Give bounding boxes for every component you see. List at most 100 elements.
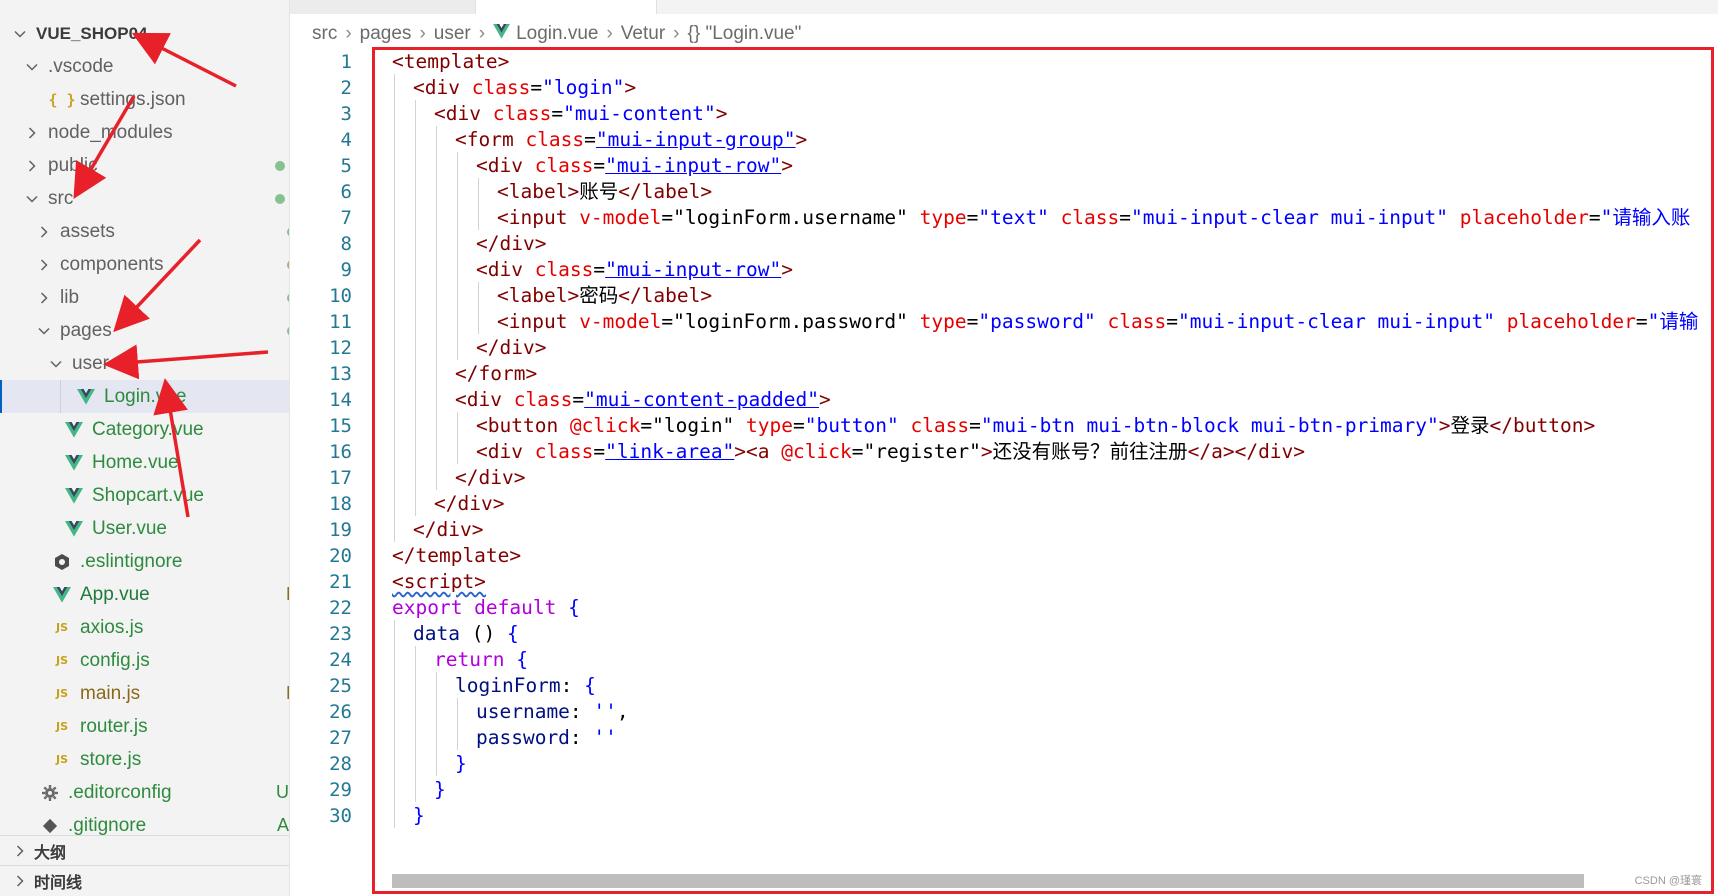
- code-line[interactable]: <input v-model="loginForm.username" type…: [497, 204, 1690, 232]
- code-token: <label>: [497, 180, 580, 203]
- explorer-file-row[interactable]: App.vueM: [0, 578, 289, 611]
- code-line[interactable]: <label>密码</label>: [497, 282, 712, 310]
- explorer-folder-row[interactable]: pages: [0, 314, 289, 347]
- explorer-item-label: pages: [60, 319, 112, 341]
- breadcrumb-segment[interactable]: pages: [360, 23, 412, 45]
- code-line[interactable]: return {: [434, 646, 528, 674]
- explorer-file-row[interactable]: { } settings.json: [0, 83, 289, 116]
- code-line[interactable]: }: [413, 802, 425, 830]
- editor-tab-active[interactable]: [476, 0, 657, 14]
- code-line[interactable]: </div>: [476, 334, 546, 362]
- line-number: 12: [329, 337, 352, 359]
- explorer-folder-row[interactable]: VUE_SHOP04: [0, 17, 289, 50]
- chevron-down-icon[interactable]: [12, 26, 28, 42]
- indent-guide: [415, 646, 416, 672]
- explorer-file-row[interactable]: JSmain.jsM: [0, 677, 289, 710]
- code-line[interactable]: <div class="mui-content-padded">: [455, 386, 831, 414]
- chevron-down-icon[interactable]: [24, 59, 40, 75]
- explorer-file-row[interactable]: User.vueU: [0, 512, 289, 545]
- explorer-file-row[interactable]: JSrouter.jsU: [0, 710, 289, 743]
- code-line[interactable]: <div class="login">: [413, 74, 636, 102]
- explorer-folder-row[interactable]: node_modules: [0, 116, 289, 149]
- explorer-file-row[interactable]: .editorconfig U: [0, 776, 289, 809]
- explorer-folder-row[interactable]: src: [0, 182, 289, 215]
- code-token: "link-area": [605, 440, 735, 463]
- code-line[interactable]: password: '': [476, 724, 617, 752]
- chevron-right-icon[interactable]: [36, 290, 52, 306]
- code-token: <input: [497, 206, 580, 229]
- code-line[interactable]: </div>: [476, 230, 546, 258]
- sidebar-panel-header[interactable]: 时间线: [0, 865, 289, 896]
- code-line[interactable]: export default {: [392, 594, 580, 622]
- indent-guide: [394, 152, 395, 178]
- code-line[interactable]: }: [455, 750, 467, 778]
- breadcrumb-segment[interactable]: src: [312, 23, 337, 45]
- explorer-folder-row[interactable]: public: [0, 149, 289, 182]
- code-token: =: [793, 414, 805, 437]
- chevron-down-icon[interactable]: [48, 356, 64, 372]
- explorer-file-row[interactable]: Home.vueU: [0, 446, 289, 479]
- explorer-file-row[interactable]: JSaxios.jsU: [0, 611, 289, 644]
- code-token: class: [910, 414, 970, 437]
- indent-guide: [394, 126, 395, 152]
- code-editor[interactable]: 1 <template> 2 <div class="login"> 3 <div cla…: [290, 48, 1718, 896]
- code-line[interactable]: loginForm: {: [455, 672, 596, 700]
- explorer-folder-row[interactable]: components: [0, 248, 289, 281]
- chevron-right-icon[interactable]: [24, 125, 40, 141]
- code-line[interactable]: <template>: [392, 48, 509, 76]
- breadcrumb-segment[interactable]: {} "Login.vue": [688, 23, 802, 45]
- indent-guide: [457, 724, 458, 750]
- explorer-file-row[interactable]: Login.vueU: [0, 380, 289, 413]
- code-line[interactable]: </template>: [392, 542, 521, 570]
- code-line[interactable]: }: [434, 776, 446, 804]
- code-line[interactable]: <div class="mui-input-row">: [476, 152, 793, 180]
- chevron-right-icon[interactable]: [12, 873, 28, 889]
- code-line[interactable]: </form>: [455, 360, 537, 388]
- explorer-file-row[interactable]: .eslintignoreU: [0, 545, 289, 578]
- code-token: 账号: [579, 180, 619, 203]
- breadcrumb-segment[interactable]: Login.vue: [516, 23, 598, 45]
- explorer-folder-row[interactable]: assets: [0, 215, 289, 248]
- explorer-folder-row[interactable]: .vscode: [0, 50, 289, 83]
- line-number: 20: [329, 545, 352, 567]
- code-line[interactable]: <label>账号</label>: [497, 178, 712, 206]
- line-number: 5: [340, 155, 352, 177]
- line-number: 2: [340, 77, 352, 99]
- explorer-file-row[interactable]: Category.vueU: [0, 413, 289, 446]
- code-line[interactable]: username: '',: [476, 698, 629, 726]
- chevron-down-icon[interactable]: [24, 191, 40, 207]
- code-line[interactable]: <button @click="login" type="button" cla…: [476, 412, 1595, 440]
- chevron-down-icon[interactable]: [36, 323, 52, 339]
- editor-tab[interactable]: [290, 0, 476, 14]
- code-line[interactable]: <input v-model="loginForm.password" type…: [497, 308, 1698, 336]
- code-line[interactable]: <div class="mui-input-row">: [476, 256, 793, 284]
- horizontal-scrollbar[interactable]: [392, 874, 1584, 888]
- explorer-item-label: components: [60, 253, 164, 275]
- code-line[interactable]: </div>: [413, 516, 483, 544]
- explorer-file-row[interactable]: JSstore.jsU: [0, 743, 289, 776]
- chevron-right-icon[interactable]: [36, 224, 52, 240]
- js-icon: JS: [55, 687, 68, 700]
- code-line[interactable]: <script>: [392, 568, 486, 596]
- chevron-right-icon[interactable]: [12, 843, 28, 859]
- code-line[interactable]: </div>: [455, 464, 525, 492]
- explorer-folder-row[interactable]: lib: [0, 281, 289, 314]
- indent-guide: [394, 516, 395, 542]
- code-line[interactable]: <form class="mui-input-group">: [455, 126, 807, 154]
- chevron-right-icon[interactable]: [36, 257, 52, 273]
- code-line[interactable]: <div class="link-area"><a @click="regist…: [476, 438, 1305, 466]
- code-line[interactable]: data () {: [413, 620, 519, 648]
- explorer-file-row[interactable]: JSconfig.jsU: [0, 644, 289, 677]
- sidebar-panel-header[interactable]: 大纲: [0, 835, 289, 866]
- explorer-folder-row[interactable]: user: [0, 347, 289, 380]
- explorer-file-row[interactable]: Shopcart.vueU: [0, 479, 289, 512]
- code-line[interactable]: </div>: [434, 490, 504, 518]
- breadcrumb-segment[interactable]: Vetur: [621, 23, 665, 45]
- breadcrumb-segment[interactable]: user: [434, 23, 471, 45]
- chevron-right-icon[interactable]: [24, 158, 40, 174]
- json-icon: { }: [48, 90, 76, 109]
- code-line[interactable]: <div class="mui-content">: [434, 100, 728, 128]
- tree-indent-guide: [60, 380, 61, 413]
